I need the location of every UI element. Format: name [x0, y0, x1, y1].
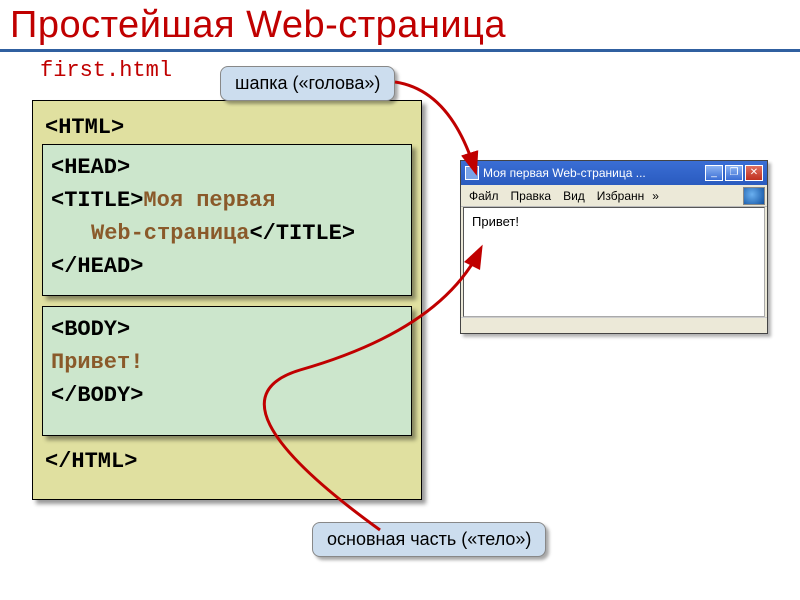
- code-title-text1: Моя первая: [143, 188, 275, 213]
- minimize-button[interactable]: _: [705, 165, 723, 181]
- code-body-open: <BODY>: [51, 313, 403, 346]
- browser-window-title: Моя первая Web-страница ...: [483, 166, 703, 180]
- maximize-button[interactable]: ❐: [725, 165, 743, 181]
- code-head-open: <HEAD>: [51, 151, 403, 184]
- ie-logo-icon: [743, 187, 765, 205]
- menu-more-chevron[interactable]: »: [650, 189, 661, 203]
- code-title-line1: <TITLE>Моя первая: [51, 184, 403, 217]
- callout-head: шапка («голова»): [220, 66, 395, 101]
- title-underline: [0, 49, 800, 52]
- code-title-close: </TITLE>: [249, 221, 355, 246]
- close-button[interactable]: ✕: [745, 165, 763, 181]
- browser-statusbar: [461, 317, 767, 331]
- code-head-block: <HEAD> <TITLE>Моя первая Web-страница</T…: [42, 144, 412, 296]
- code-body-block: <BODY> Привет! </BODY>: [42, 306, 412, 436]
- menu-favorites[interactable]: Избранн: [591, 189, 650, 203]
- code-title-text2: Web-страница: [51, 217, 249, 250]
- code-html-close: </HTML>: [45, 445, 409, 479]
- menu-edit[interactable]: Правка: [505, 189, 558, 203]
- code-body-text: Привет!: [51, 346, 403, 379]
- code-title-line2: Web-страница</TITLE>: [51, 217, 403, 250]
- code-head-close: </HEAD>: [51, 250, 403, 283]
- browser-menubar: Файл Правка Вид Избранн »: [461, 185, 767, 207]
- browser-titlebar: Моя первая Web-страница ... _ ❐ ✕: [461, 161, 767, 185]
- menu-file[interactable]: Файл: [463, 189, 505, 203]
- browser-window: Моя первая Web-страница ... _ ❐ ✕ Файл П…: [460, 160, 768, 334]
- callout-body: основная часть («тело»): [312, 522, 546, 557]
- code-body-close: </BODY>: [51, 379, 403, 412]
- code-title-open: <TITLE>: [51, 188, 143, 213]
- browser-page-icon: [465, 166, 479, 180]
- menu-view[interactable]: Вид: [557, 189, 591, 203]
- slide-title: Простейшая Web-страница: [0, 0, 800, 49]
- filename-label: first.html: [40, 58, 800, 83]
- code-html-open: <HTML>: [45, 111, 409, 145]
- browser-content-text: Привет!: [472, 214, 519, 229]
- browser-content: Привет!: [463, 207, 765, 317]
